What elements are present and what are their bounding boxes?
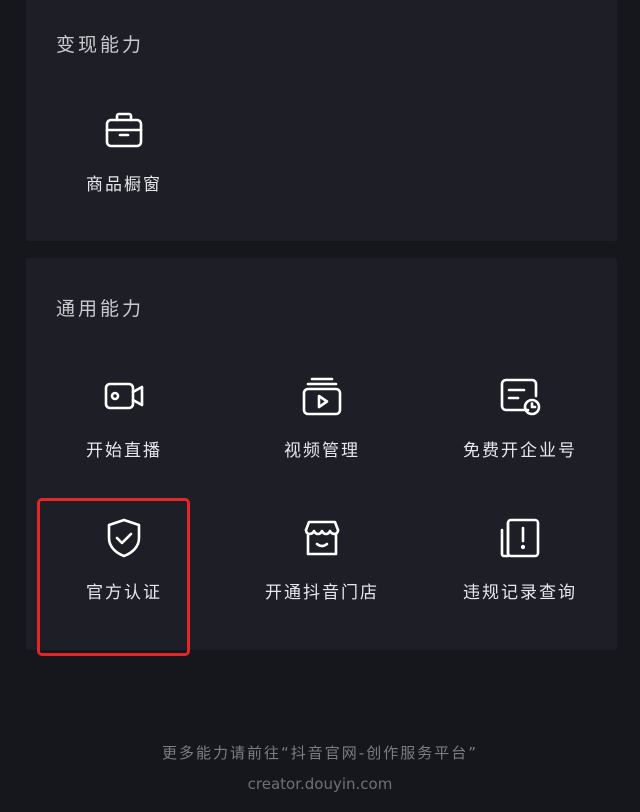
tile-start-live[interactable]: 开始直播	[26, 374, 222, 494]
video-library-icon	[300, 374, 344, 418]
tile-start-live-label: 开始直播	[86, 441, 162, 461]
violation-record-icon	[498, 516, 542, 560]
enterprise-account-icon	[498, 374, 542, 418]
video-camera-icon	[102, 374, 146, 418]
footer-url-link[interactable]: creator.douyin.com	[0, 775, 640, 793]
page: 变现能力 商品橱窗 通用能力 开始直播 视频管理 免费开企业号 官方认证 开通抖…	[0, 0, 640, 812]
tile-official-verify-label: 官方认证	[86, 583, 162, 603]
tile-violation-records-label: 违规记录查询	[463, 583, 577, 603]
tile-violation-records[interactable]: 违规记录查询	[422, 516, 618, 636]
monetize-section: 变现能力 商品橱窗	[26, 0, 617, 241]
tile-video-manage[interactable]: 视频管理	[224, 374, 420, 494]
general-section-title: 通用能力	[56, 298, 145, 320]
verified-shield-icon	[102, 516, 146, 560]
tile-shop-window[interactable]: 商品橱窗	[26, 108, 222, 228]
storefront-icon	[300, 516, 344, 560]
footer-hint: 更多能力请前往“抖音官网-创作服务平台”	[162, 744, 478, 762]
tile-enterprise-account-label: 免费开企业号	[463, 441, 577, 461]
tile-open-store-label: 开通抖音门店	[265, 583, 379, 603]
tile-video-manage-label: 视频管理	[284, 441, 360, 461]
tile-enterprise-account[interactable]: 免费开企业号	[422, 374, 618, 494]
tile-official-verify[interactable]: 官方认证	[26, 516, 222, 636]
general-section: 通用能力 开始直播 视频管理 免费开企业号 官方认证 开通抖音门店 违规记录查询	[26, 258, 617, 650]
tile-shop-window-label: 商品橱窗	[86, 175, 162, 195]
tile-open-store[interactable]: 开通抖音门店	[224, 516, 420, 636]
shop-window-icon	[102, 108, 146, 152]
monetize-section-title: 变现能力	[56, 34, 145, 56]
